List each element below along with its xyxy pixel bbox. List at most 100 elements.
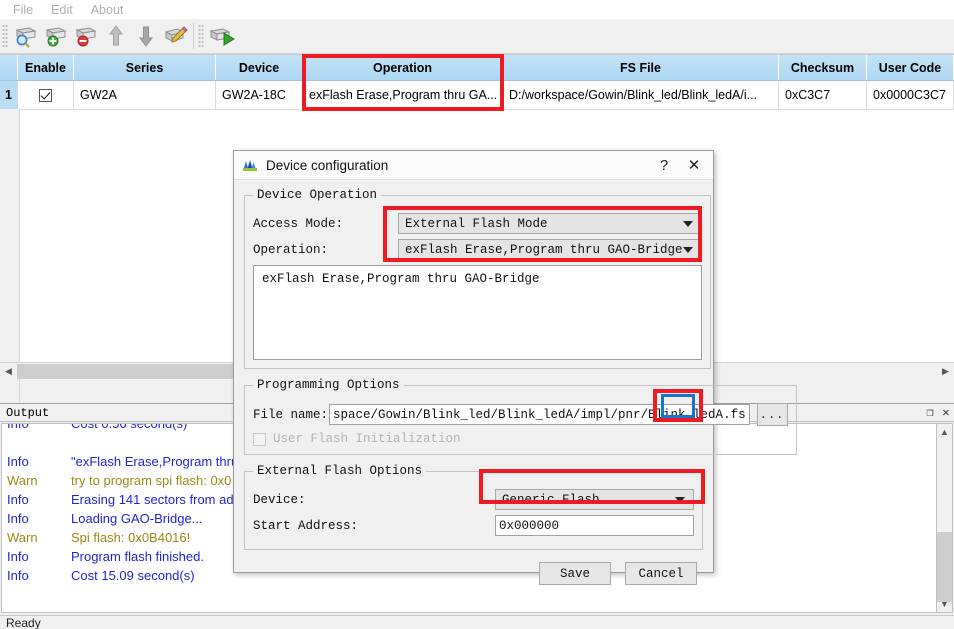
- log-message: Loading GAO-Bridge...: [71, 511, 203, 526]
- dialog-titlebar[interactable]: Device configuration ? ✕: [234, 151, 713, 180]
- device-operation-legend: Device Operation: [257, 188, 378, 202]
- row-device[interactable]: GW2A-18C: [216, 81, 303, 109]
- log-message: Spi flash: 0x0B4016!: [71, 530, 191, 545]
- table-header-user-code[interactable]: User Code: [867, 55, 954, 80]
- toolbar-add-device-button[interactable]: [41, 22, 71, 50]
- row-user-code[interactable]: 0x0000C3C7: [867, 81, 954, 109]
- log-level: Info: [7, 568, 29, 583]
- row-operation[interactable]: exFlash Erase,Program thru GA...: [303, 81, 503, 109]
- table-header-device[interactable]: Device: [216, 55, 303, 80]
- table-header-enable[interactable]: Enable: [18, 55, 74, 80]
- row-checksum[interactable]: 0xC3C7: [779, 81, 867, 109]
- chevron-down-icon: [675, 496, 685, 503]
- toolbar-move-up-button[interactable]: [101, 22, 131, 50]
- toolbar-grip[interactable]: [2, 24, 8, 48]
- move-up-icon: [109, 25, 123, 46]
- scroll-right-icon[interactable]: ▶: [937, 364, 954, 379]
- toolbar-program-button[interactable]: [207, 22, 237, 50]
- device-operation-group: Device Operation Access Mode: External F…: [244, 188, 711, 369]
- dialog-body: Device Operation Access Mode: External F…: [234, 180, 797, 585]
- log-level: Info: [7, 511, 29, 526]
- log-message: Program flash finished.: [71, 549, 204, 564]
- start-address-input[interactable]: 0x000000: [495, 515, 694, 536]
- dialog-close-icon[interactable]: ✕: [679, 152, 709, 178]
- operation-label: Operation:: [253, 242, 329, 257]
- dialog-help-icon[interactable]: ?: [649, 152, 679, 178]
- table-header-corner: [0, 55, 18, 80]
- operation-row: Operation: exFlash Erase,Program thru GA…: [253, 239, 702, 260]
- log-level: Info: [7, 454, 29, 469]
- file-name-row: File name: space/Gowin/Blink_led/Blink_l…: [253, 403, 788, 426]
- file-name-input[interactable]: space/Gowin/Blink_led/Blink_ledA/impl/pn…: [329, 404, 750, 425]
- menu-item-about[interactable]: About: [82, 1, 133, 19]
- app-logo-icon: [243, 159, 257, 171]
- menu-item-edit[interactable]: Edit: [42, 1, 82, 19]
- programming-options-legend: Programming Options: [257, 378, 400, 392]
- log-level: [7, 433, 71, 452]
- log-level: Warn: [7, 473, 38, 488]
- table-header-checksum[interactable]: Checksum: [779, 55, 867, 80]
- log-message: try to program spi flash: 0x0: [71, 473, 232, 488]
- toolbar-grip-2[interactable]: [198, 24, 204, 48]
- operation-value: exFlash Erase,Program thru GAO-Bridge: [405, 242, 683, 257]
- toolbar-separator: [193, 23, 194, 49]
- row-fs-file[interactable]: D:/workspace/Gowin/Blink_led/Blink_ledA/…: [503, 81, 779, 109]
- operation-select[interactable]: exFlash Erase,Program thru GAO-Bridge: [398, 239, 702, 260]
- external-flash-options-legend: External Flash Options: [257, 464, 423, 478]
- log-level: Info: [7, 423, 29, 431]
- menu-item-file[interactable]: File: [4, 1, 42, 19]
- row-index: 1: [0, 81, 18, 109]
- row-enable-cell[interactable]: [18, 81, 74, 109]
- device-table-header: Enable Series Device Operation FS File C…: [0, 55, 954, 81]
- start-address-row: Start Address: 0x000000: [253, 515, 694, 536]
- chevron-down-icon: [682, 220, 693, 227]
- access-mode-select[interactable]: External Flash Mode: [398, 213, 702, 234]
- user-flash-init-checkbox: [253, 432, 266, 446]
- operation-description: exFlash Erase,Program thru GAO-Bridge: [253, 265, 702, 360]
- log-level: Warn: [7, 530, 38, 545]
- log-message: Erasing 141 sectors from ad: [71, 492, 234, 507]
- vscroll-track[interactable]: [937, 440, 952, 602]
- log-level: Info: [7, 549, 29, 564]
- table-header-series[interactable]: Series: [74, 55, 216, 80]
- table-header-operation[interactable]: Operation: [303, 55, 503, 80]
- device-configuration-dialog: Device configuration ? ✕ Device Operatio…: [233, 150, 797, 585]
- enable-checkbox[interactable]: [39, 88, 52, 102]
- status-bar: Ready: [0, 615, 954, 629]
- program-run-icon: [209, 28, 235, 46]
- edit-device-icon: [164, 26, 188, 43]
- save-button[interactable]: Save: [539, 562, 611, 585]
- user-flash-init-label: User Flash Initialization: [273, 432, 461, 446]
- move-down-icon: [139, 26, 153, 47]
- access-mode-row: Access Mode: External Flash Mode: [253, 213, 702, 234]
- flash-device-label: Device:: [253, 492, 306, 507]
- scroll-up-icon[interactable]: ▲: [937, 424, 952, 440]
- log-message: Cost 0.56 second(s): [71, 423, 188, 431]
- vscroll-thumb[interactable]: [937, 532, 952, 602]
- browse-file-button[interactable]: ...: [756, 403, 788, 426]
- toolbar-scan-device-button[interactable]: [11, 22, 41, 50]
- flash-device-row: Device: Generic Flash: [253, 489, 694, 510]
- toolbar-edit-device-button[interactable]: [161, 22, 191, 50]
- log-message: "exFlash Erase,Program thru: [71, 454, 239, 469]
- table-row[interactable]: 1 GW2A GW2A-18C exFlash Erase,Program th…: [0, 81, 954, 110]
- scroll-left-icon[interactable]: ◀: [0, 364, 17, 379]
- programming-options-group: Programming Options File name: space/Gow…: [244, 378, 797, 455]
- status-text: Ready: [6, 616, 41, 629]
- toolbar-move-down-button[interactable]: [131, 22, 161, 50]
- log-level: Info: [7, 492, 29, 507]
- access-mode-label: Access Mode:: [253, 216, 344, 231]
- toolbar-remove-device-button[interactable]: [71, 22, 101, 50]
- table-left-strip: [0, 109, 20, 434]
- row-series[interactable]: GW2A: [74, 81, 216, 109]
- close-panel-icon[interactable]: ✕: [938, 405, 954, 421]
- float-panel-icon[interactable]: ❐: [922, 405, 938, 421]
- flash-device-value: Generic Flash: [502, 492, 600, 507]
- output-vertical-scrollbar[interactable]: ▲ ▼: [936, 423, 953, 613]
- menu-bar: File Edit About: [0, 0, 954, 19]
- dialog-title: Device configuration: [266, 157, 389, 173]
- external-flash-options-group: External Flash Options Device: Generic F…: [244, 464, 703, 550]
- flash-device-select[interactable]: Generic Flash: [495, 489, 694, 510]
- table-header-fs-file[interactable]: FS File: [503, 55, 779, 80]
- cancel-button[interactable]: Cancel: [625, 562, 697, 585]
